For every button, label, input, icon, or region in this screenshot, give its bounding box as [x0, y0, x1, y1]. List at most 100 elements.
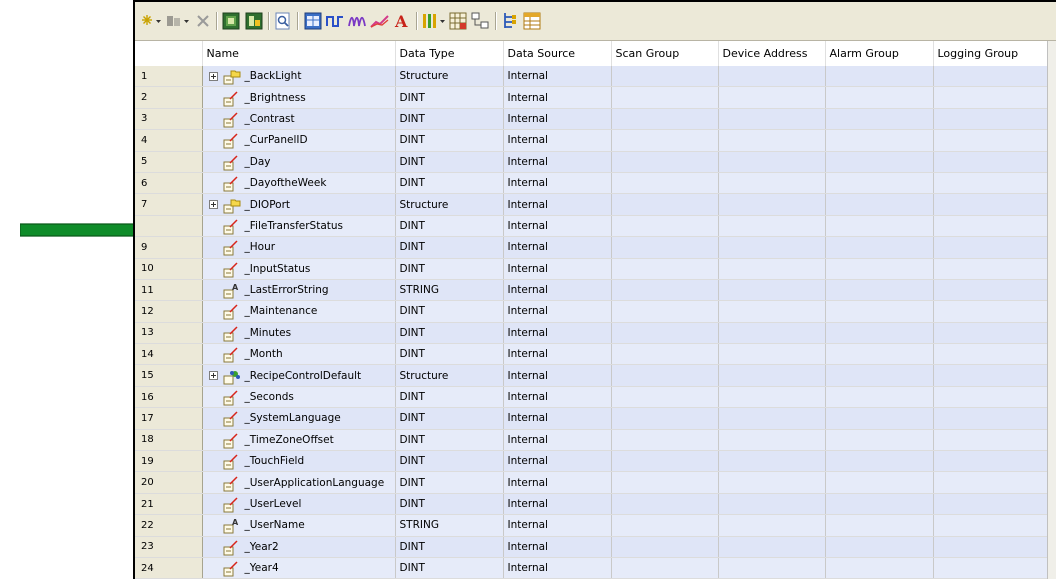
alarm-group-cell[interactable]: [825, 258, 934, 280]
alarm-group-cell[interactable]: [825, 172, 934, 195]
data-source-cell[interactable]: Internal: [503, 86, 612, 109]
data-source-cell[interactable]: Internal: [503, 407, 612, 430]
table-row[interactable]: 19 _TouchField DINT Internal: [135, 450, 1049, 473]
data-source-cell[interactable]: Internal: [503, 215, 612, 238]
data-source-cell[interactable]: Internal: [503, 300, 612, 323]
table-row[interactable]: 10 _InputStatus DINT Internal: [135, 258, 1049, 280]
device-address-cell[interactable]: [718, 407, 826, 430]
tag-name-cell[interactable]: _RecipeControlDefault: [202, 364, 396, 387]
device-address-cell[interactable]: [718, 300, 826, 323]
data-source-cell[interactable]: Internal: [503, 66, 612, 88]
alarm-group-cell[interactable]: [825, 66, 934, 88]
scan-group-cell[interactable]: [611, 407, 719, 430]
data-source-cell[interactable]: Internal: [503, 364, 612, 387]
column-header-data-type[interactable]: Data Type: [395, 41, 504, 66]
logging-group-cell[interactable]: [933, 322, 1049, 345]
scan-group-cell[interactable]: [611, 493, 719, 516]
asterisk-dropdown-icon[interactable]: [141, 11, 163, 31]
table-row[interactable]: 6 _DayoftheWeek DINT Internal: [135, 172, 1049, 195]
text-icon[interactable]: A: [393, 11, 411, 31]
logging-group-cell[interactable]: [933, 66, 1049, 88]
tag-name-cell[interactable]: _DIOPort: [202, 193, 396, 216]
data-type-cell[interactable]: DINT: [395, 300, 504, 323]
expand-toggle[interactable]: [207, 371, 220, 381]
alarm-group-cell[interactable]: [825, 386, 934, 409]
scan-group-cell[interactable]: [611, 215, 719, 238]
alarm-group-cell[interactable]: [825, 557, 934, 579]
alarm-group-cell[interactable]: [825, 151, 934, 173]
tag-name-cell[interactable]: _FileTransferStatus: [202, 215, 396, 238]
logging-group-cell[interactable]: [933, 429, 1049, 452]
table-row[interactable]: 24 _Year4 DINT Internal: [135, 557, 1049, 579]
table-row[interactable]: 9 _Hour DINT Internal: [135, 236, 1049, 259]
alarm-group-cell[interactable]: [825, 364, 934, 387]
data-type-cell[interactable]: DINT: [395, 86, 504, 109]
logging-group-cell[interactable]: [933, 258, 1049, 280]
alarm-group-cell[interactable]: [825, 343, 934, 366]
device-address-cell[interactable]: [718, 471, 826, 494]
tag-name-cell[interactable]: _Minutes: [202, 322, 396, 345]
scan-group-cell[interactable]: [611, 514, 719, 537]
data-type-cell[interactable]: DINT: [395, 215, 504, 238]
table-row[interactable]: 17 _SystemLanguage DINT Internal: [135, 407, 1049, 430]
logging-group-cell[interactable]: [933, 300, 1049, 323]
data-source-cell[interactable]: Internal: [503, 493, 612, 516]
tree-icon[interactable]: [500, 11, 520, 31]
data-type-cell[interactable]: DINT: [395, 172, 504, 195]
column-header-data-source[interactable]: Data Source: [503, 41, 612, 66]
column-header-scan-group[interactable]: Scan Group: [611, 41, 719, 66]
scan-group-cell[interactable]: [611, 386, 719, 409]
scan-group-cell[interactable]: [611, 236, 719, 259]
scan-group-cell[interactable]: [611, 450, 719, 473]
device-address-cell[interactable]: [718, 429, 826, 452]
logging-group-cell[interactable]: [933, 536, 1049, 558]
search-doc-icon[interactable]: [273, 11, 293, 31]
scan-group-cell[interactable]: [611, 557, 719, 579]
table-row[interactable]: 5 _Day DINT Internal: [135, 151, 1049, 173]
scan-group-cell[interactable]: [611, 364, 719, 387]
data-type-cell[interactable]: DINT: [395, 557, 504, 579]
scan-group-cell[interactable]: [611, 172, 719, 195]
device-address-cell[interactable]: [718, 364, 826, 387]
data-source-cell[interactable]: Internal: [503, 386, 612, 409]
alarm-group-cell[interactable]: [825, 215, 934, 238]
table-row[interactable]: 16 _Seconds DINT Internal: [135, 386, 1049, 409]
logging-group-cell[interactable]: [933, 557, 1049, 579]
data-source-cell[interactable]: Internal: [503, 343, 612, 366]
data-type-cell[interactable]: Structure: [395, 364, 504, 387]
alarm-group-cell[interactable]: [825, 129, 934, 152]
data-source-cell[interactable]: Internal: [503, 151, 612, 173]
column-header-alarm-group[interactable]: Alarm Group: [825, 41, 934, 66]
database-dropdown-icon[interactable]: [165, 11, 191, 31]
device-address-cell[interactable]: [718, 236, 826, 259]
tag-name-cell[interactable]: _Year2: [202, 536, 396, 558]
device-address-cell[interactable]: [718, 279, 826, 302]
logging-group-cell[interactable]: [933, 450, 1049, 473]
data-type-cell[interactable]: DINT: [395, 536, 504, 558]
column-header-name[interactable]: Name: [202, 41, 396, 66]
table-row[interactable]: 14 _Month DINT Internal: [135, 343, 1049, 366]
table-row[interactable]: 21 _UserLevel DINT Internal: [135, 493, 1049, 516]
tag-name-cell[interactable]: A _LastErrorString: [202, 279, 396, 302]
tag-name-cell[interactable]: _UserApplicationLanguage: [202, 471, 396, 494]
column-header-logging-group[interactable]: Logging Group: [933, 41, 1049, 66]
device-address-cell[interactable]: [718, 86, 826, 109]
device-address-cell[interactable]: [718, 386, 826, 409]
table-row[interactable]: _FileTransferStatus DINT Internal: [135, 215, 1049, 238]
table-row[interactable]: 13 _Minutes DINT Internal: [135, 322, 1049, 345]
logging-group-cell[interactable]: [933, 471, 1049, 494]
data-type-cell[interactable]: DINT: [395, 322, 504, 345]
alarm-group-cell[interactable]: [825, 322, 934, 345]
logging-group-cell[interactable]: [933, 86, 1049, 109]
scan-group-cell[interactable]: [611, 429, 719, 452]
tag-name-cell[interactable]: _TouchField: [202, 450, 396, 473]
tag-name-cell[interactable]: _Day: [202, 151, 396, 173]
data-type-cell[interactable]: DINT: [395, 129, 504, 152]
tag-name-cell[interactable]: _CurPanelID: [202, 129, 396, 152]
trend-icon[interactable]: [369, 11, 391, 31]
grid-icon[interactable]: [448, 11, 468, 31]
data-source-cell[interactable]: Internal: [503, 429, 612, 452]
alarm-group-cell[interactable]: [825, 471, 934, 494]
data-type-cell[interactable]: DINT: [395, 236, 504, 259]
scan-group-cell[interactable]: [611, 322, 719, 345]
